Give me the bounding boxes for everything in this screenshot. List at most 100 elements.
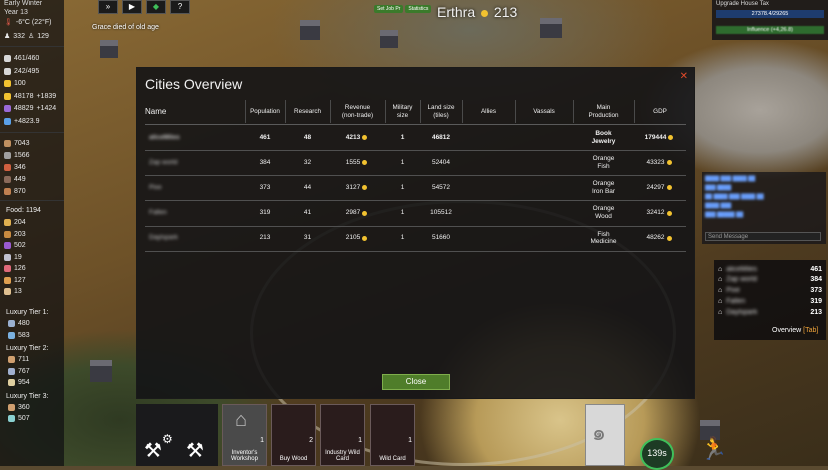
- house-icon: ⌂: [718, 265, 723, 273]
- table-row[interactable]: Fallen 319 41 2987 1 105512 Orange Wood 32412: [145, 201, 686, 227]
- cell-text: 54572: [431, 183, 451, 191]
- overview-city-name: Fallen: [726, 297, 746, 305]
- cell-land: 52404: [420, 150, 462, 175]
- overview-city-population: 213: [810, 308, 822, 316]
- cell-military: 1: [385, 226, 420, 251]
- city-header: Erthra 213: [437, 4, 517, 20]
- overview-city-name: Pixe: [726, 287, 740, 295]
- cell-population: 384: [245, 150, 285, 175]
- runner-icon[interactable]: 🏃: [700, 436, 727, 462]
- coin-icon: [481, 9, 489, 17]
- resource-value: 19: [14, 253, 22, 261]
- action-card[interactable]: 1 Wild Card: [370, 404, 415, 466]
- cell-revenue: 2105: [330, 226, 385, 251]
- chat-message: ████ ███ ████ ██: [705, 176, 756, 182]
- cell-text: 384: [259, 158, 271, 166]
- science-icon: [4, 117, 11, 125]
- cell-research: 48: [285, 125, 330, 150]
- chat-input[interactable]: Send Message: [705, 232, 821, 241]
- spiral-card[interactable]: ๑: [585, 404, 625, 466]
- cell-name: Pixe: [149, 175, 162, 200]
- cell-land: 105512: [420, 201, 462, 226]
- chat-message: ████ ███: [705, 203, 732, 209]
- year-label: Year 13: [4, 9, 28, 16]
- cell-text: 51660: [431, 234, 451, 242]
- overview-city-population: 373: [810, 287, 822, 295]
- table-row[interactable]: Daylspark 213 31 2105 1 51660 Fish Medicine 482…: [145, 226, 686, 252]
- overview-toggle[interactable]: Overview [Tab]: [772, 327, 818, 334]
- resource-row: 346: [4, 164, 26, 171]
- cell-gdp: 32412: [634, 201, 686, 226]
- cell-text: 2987: [345, 209, 361, 217]
- overview-row[interactable]: ⌂ Pixe 373: [718, 286, 822, 296]
- cell-text: Pixe: [149, 183, 162, 191]
- house-icon: ⌂: [718, 297, 723, 305]
- cell-research: 31: [285, 226, 330, 251]
- resource-value: 126: [14, 265, 26, 272]
- chat-panel: ████ ███ ████ ██ ███ ████ ██ ████ ███ ██…: [702, 172, 826, 244]
- resource-value: 346: [14, 164, 26, 171]
- fast-forward-icon[interactable]: »: [98, 0, 118, 14]
- resource-value: 360: [18, 403, 30, 411]
- set-job-priority-button[interactable]: Set Job Pr: [374, 5, 404, 13]
- overview-row[interactable]: ⌂ aliceMiles 461: [718, 264, 822, 274]
- brick-icon: [4, 164, 11, 171]
- action-card[interactable]: 1 Industry Wild Card: [320, 404, 365, 466]
- coin-icon: [666, 185, 672, 191]
- child-icon: ♙: [27, 33, 35, 40]
- cell-land: 46812: [420, 125, 462, 150]
- turn-timer: 139s: [640, 438, 674, 470]
- overview-label: Overview: [772, 327, 802, 334]
- chat-message: ███ ████: [705, 185, 732, 191]
- resource-row: 13: [4, 288, 22, 295]
- pickaxe-icon[interactable]: ⚒: [144, 438, 162, 463]
- cell-allies: [462, 226, 515, 251]
- jewelry-icon: [8, 415, 15, 422]
- meat-icon: [4, 265, 11, 272]
- resource-row: 48829 +1424: [4, 105, 56, 112]
- overview-city-population: 384: [810, 276, 822, 284]
- gem-icon[interactable]: ◆: [146, 0, 166, 14]
- card-count: 2: [309, 437, 313, 444]
- coin-icon: [362, 185, 368, 191]
- resource-row: 127: [4, 276, 26, 284]
- cell-text: Orange Iron Bar: [591, 180, 616, 195]
- luxury-tier-heading: Luxury Tier 1:: [6, 309, 49, 316]
- play-icon[interactable]: ▶: [122, 0, 142, 14]
- resource-row: 767: [8, 367, 30, 375]
- resource-value: 954: [18, 379, 30, 386]
- action-card[interactable]: 2 Buy Wood: [271, 404, 316, 466]
- cell-text: 48: [303, 133, 312, 141]
- close-button[interactable]: Close: [382, 374, 450, 390]
- statistics-button[interactable]: Statistics: [405, 5, 432, 13]
- overview-row[interactable]: ⌂ Fallen 319: [718, 296, 822, 306]
- table-row[interactable]: Zap world 384 32 1555 1 52404 Orange Fish 43323: [145, 150, 686, 177]
- cell-text: 2105: [345, 234, 361, 242]
- upgrade-title: Upgrade House Tax: [716, 1, 769, 7]
- cell-land: 51660: [420, 226, 462, 251]
- resource-value: 203: [14, 230, 26, 238]
- cell-text: Fish Medicine: [590, 230, 617, 246]
- overview-row[interactable]: ⌂ Zap world 384: [718, 275, 822, 285]
- hammer-icon[interactable]: ⚒: [186, 438, 204, 463]
- overview-city-population: 319: [810, 297, 822, 305]
- cell-gdp: 48262: [634, 226, 686, 251]
- close-icon[interactable]: ✕: [680, 71, 688, 82]
- stone-icon: [4, 152, 11, 159]
- help-icon[interactable]: ?: [170, 0, 190, 14]
- cell-production: Orange Iron Bar: [573, 175, 634, 200]
- cell-allies: [462, 150, 515, 175]
- pottery-icon: [8, 331, 15, 339]
- influence-icon: [4, 105, 11, 112]
- resource-value: 461/460: [14, 55, 40, 62]
- table-row[interactable]: aliceMiles 461 48 4213 1 46812 Book Jewelry 179…: [145, 125, 686, 151]
- cell-gdp: 24297: [634, 175, 686, 200]
- overview-row[interactable]: ⌂ Daylspark 213: [718, 307, 822, 317]
- table-row[interactable]: Pixe 373 44 3127 1 54572 Orange Iron Bar 24297: [145, 175, 686, 202]
- temperature-row: 🌡 -6°C (22°F): [4, 18, 51, 27]
- workshop-icon: ⌂: [235, 409, 248, 431]
- furniture-icon: [8, 356, 15, 363]
- cell-text: 41: [303, 209, 312, 217]
- action-card[interactable]: ⌂ 1 Inventor's Workshop: [222, 404, 267, 466]
- gear-icon[interactable]: ⚙: [162, 432, 173, 446]
